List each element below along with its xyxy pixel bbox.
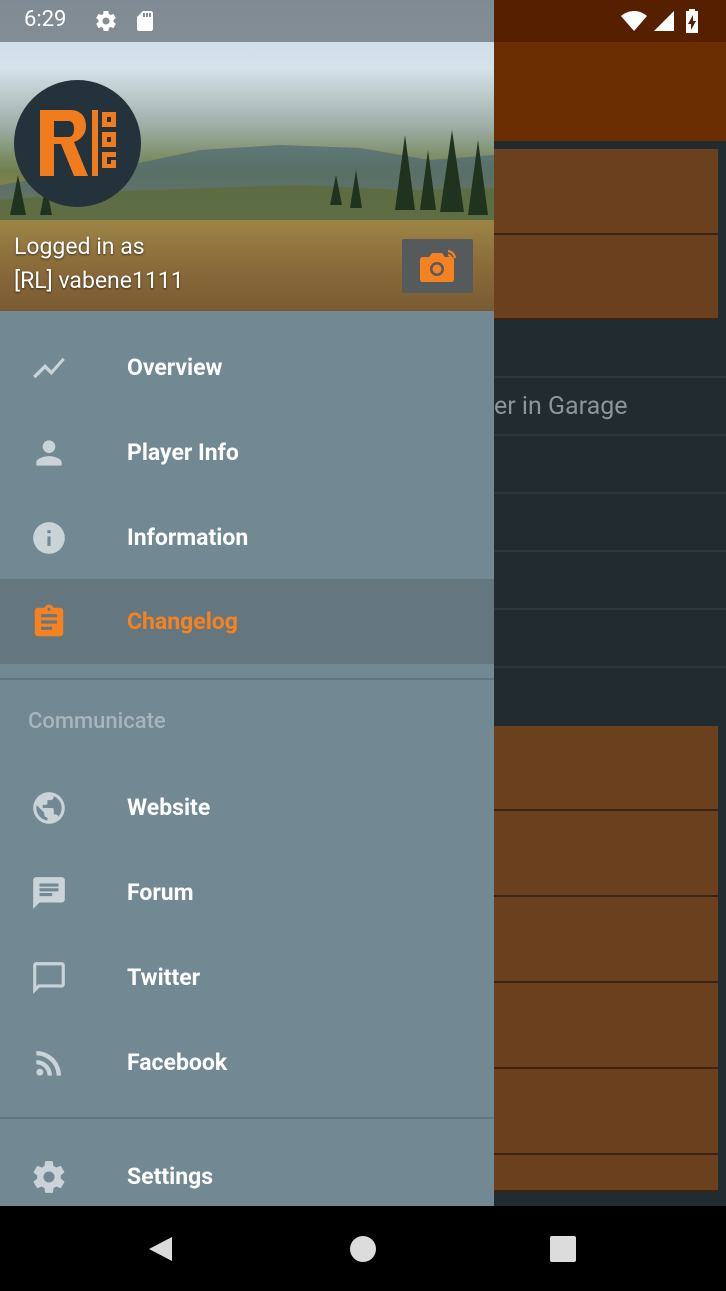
background-divider — [494, 434, 726, 436]
drawer-divider — [0, 1117, 494, 1119]
info-icon — [30, 519, 68, 557]
nav-item-label: Changelog — [127, 608, 238, 635]
gear-icon — [30, 1158, 68, 1196]
camera-button[interactable] — [402, 239, 473, 293]
sd-card-icon — [133, 9, 157, 33]
status-time: 6:29 — [24, 7, 67, 32]
drawer-header: Logged in as [RL] vabene1111 — [0, 0, 494, 311]
background-divider — [494, 376, 726, 378]
nav-item-label: Forum — [127, 879, 194, 906]
trending-icon — [30, 349, 68, 387]
background-card — [494, 897, 718, 983]
background-card — [494, 149, 718, 235]
back-triangle-icon — [149, 1237, 172, 1261]
background-list-text: er in Garage — [494, 392, 628, 421]
nav-item-information[interactable]: Information — [0, 495, 494, 580]
background-divider — [494, 550, 726, 552]
nav-item-label: Settings — [127, 1163, 214, 1190]
signal-icon — [652, 9, 676, 33]
nav-item-changelog[interactable]: Changelog — [0, 579, 494, 664]
nav-item-player-info[interactable]: Player Info — [0, 410, 494, 495]
background-divider — [494, 492, 726, 494]
nav-item-label: Information — [127, 524, 249, 551]
nav-item-label: Website — [127, 794, 211, 821]
nav-item-settings[interactable]: Settings — [0, 1134, 494, 1206]
nav-item-website[interactable]: Website — [0, 765, 494, 850]
forum-icon — [30, 874, 68, 912]
nav-item-overview[interactable]: Overview — [0, 325, 494, 410]
navigation-drawer: Logged in as [RL] vabene1111 Overview Pl… — [0, 0, 494, 1206]
system-navigation-bar — [0, 1206, 726, 1291]
nav-item-label: Overview — [127, 354, 223, 381]
background-divider — [494, 666, 726, 668]
battery-charging-icon — [684, 9, 700, 33]
background-card — [494, 726, 718, 811]
background-divider — [494, 608, 726, 610]
rl-rpg-logo-icon — [40, 110, 116, 176]
rss-icon — [30, 1044, 68, 1082]
background-card — [494, 811, 718, 897]
globe-icon — [30, 789, 68, 827]
nav-item-label: Facebook — [127, 1049, 228, 1076]
recents-button[interactable] — [550, 1236, 576, 1262]
background-card — [494, 1069, 718, 1155]
status-bar-scrim — [0, 0, 494, 42]
nav-item-label: Twitter — [127, 964, 201, 991]
chat-bubble-icon — [30, 959, 68, 997]
home-button[interactable] — [350, 1236, 376, 1262]
background-card — [494, 1155, 718, 1192]
background-card — [494, 235, 718, 320]
nav-item-twitter[interactable]: Twitter — [0, 935, 494, 1020]
settings-icon — [94, 9, 118, 33]
logged-in-label: Logged in as — [14, 233, 145, 260]
wifi-icon — [620, 9, 648, 33]
back-button[interactable] — [146, 1235, 174, 1263]
app-logo-avatar[interactable] — [14, 80, 141, 207]
clipboard-icon — [30, 603, 68, 641]
nav-item-label: Player Info — [127, 439, 239, 466]
background-card — [494, 983, 718, 1069]
drawer-divider — [0, 678, 494, 680]
user-name: [RL] vabene1111 — [14, 267, 184, 294]
status-bar: 6:29 — [0, 0, 726, 42]
section-header-communicate: Communicate — [28, 709, 166, 734]
nav-item-facebook[interactable]: Facebook — [0, 1020, 494, 1105]
nav-item-forum[interactable]: Forum — [0, 850, 494, 935]
camera-icon — [419, 249, 456, 282]
person-icon — [30, 434, 68, 472]
